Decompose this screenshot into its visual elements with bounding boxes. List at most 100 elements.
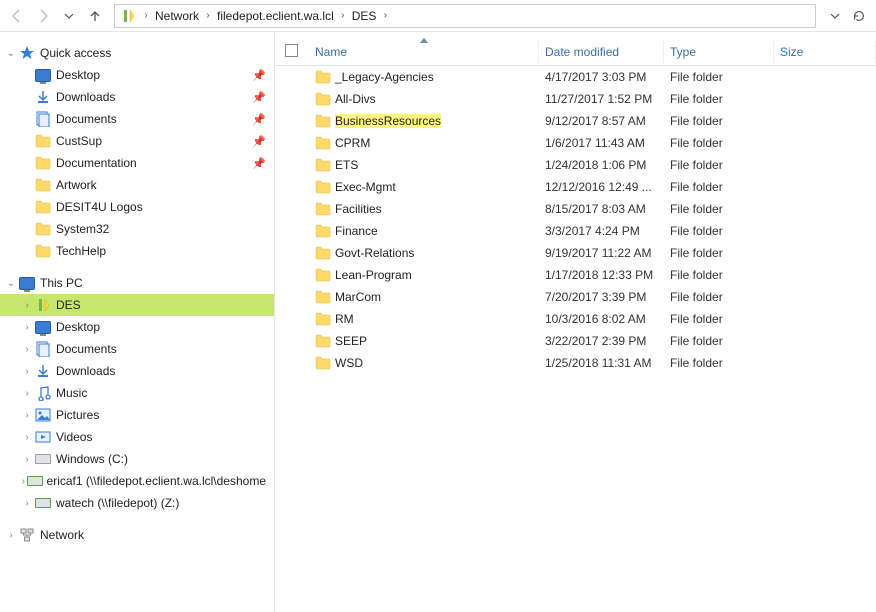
file-name-cell[interactable]: All-Divs [309,92,539,106]
tree-item-label: DES [56,298,81,312]
file-name-label: RM [335,312,354,326]
tree-qa-item[interactable]: TechHelp [0,240,274,262]
file-row[interactable]: CPRM 1/6/2017 11:43 AMFile folder [285,132,876,154]
file-name-cell[interactable]: Lean-Program [309,268,539,282]
column-header-date[interactable]: Date modified [539,41,664,63]
expand-chevron[interactable]: › [20,366,34,377]
videos-icon [35,430,51,444]
tree-pc-item[interactable]: › DES [0,294,274,316]
network-drive-icon [27,476,43,486]
history-dropdown[interactable] [58,5,80,27]
expand-chevron[interactable]: › [20,388,34,399]
tree-qa-item[interactable]: CustSup📌 [0,130,274,152]
tree-pc-item[interactable]: ›Downloads [0,360,274,382]
column-header-type[interactable]: Type [664,41,774,63]
tree-item-label: Documents [56,112,117,126]
tree-pc-item[interactable]: ›ericaf1 (\\filedepot.eclient.wa.lcl\des… [0,470,274,492]
file-name-cell[interactable]: _Legacy-Agencies [309,70,539,84]
pinned-icon: 📌 [252,91,266,104]
tree-qa-item[interactable]: System32 [0,218,274,240]
tree-pc-item[interactable]: ›Videos [0,426,274,448]
file-row[interactable]: MarCom7/20/2017 3:39 PMFile folder [285,286,876,308]
folder-icon [35,134,51,148]
select-all-checkbox[interactable] [285,44,309,60]
expand-chevron[interactable]: › [20,300,34,311]
breadcrumb-segment[interactable]: filedepot.eclient.wa.lcl [213,5,338,27]
tree-this-pc[interactable]: ⌄This PC [0,272,274,294]
tree-qa-item[interactable]: Downloads📌 [0,86,274,108]
file-row[interactable]: RM10/3/2016 8:02 AMFile folder [285,308,876,330]
file-name-cell[interactable]: RM [309,312,539,326]
file-row[interactable]: ETS1/24/2018 1:06 PMFile folder [285,154,876,176]
expand-chevron[interactable]: › [20,344,34,355]
file-row[interactable]: All-Divs11/27/2017 1:52 PMFile folder [285,88,876,110]
expand-chevron[interactable]: ⌄ [4,278,18,289]
tree-qa-item[interactable]: Desktop📌 [0,64,274,86]
address-dropdown[interactable] [824,5,846,27]
breadcrumb-segment[interactable]: Network [151,5,203,27]
file-row[interactable]: Govt-Relations9/19/2017 11:22 AMFile fol… [285,242,876,264]
expand-chevron[interactable]: › [20,432,34,443]
tree-qa-item[interactable]: Artwork [0,174,274,196]
tree-quick-access[interactable]: ⌄Quick access [0,42,274,64]
file-name-cell[interactable]: Finance [309,224,539,238]
expand-chevron[interactable]: › [20,498,34,509]
expand-chevron[interactable]: › [20,410,34,421]
file-name-cell[interactable]: SEEP [309,334,539,348]
file-name-cell[interactable]: ETS [309,158,539,172]
chevron-right-icon[interactable]: › [141,10,151,21]
expand-chevron[interactable]: › [20,322,34,333]
up-button[interactable] [84,5,106,27]
downloads-icon [35,363,51,379]
file-name-cell[interactable]: MarCom [309,290,539,304]
tree-pc-item[interactable]: ›Documents [0,338,274,360]
folder-icon [315,334,331,348]
file-date-cell: 1/6/2017 11:43 AM [539,136,664,150]
expand-chevron[interactable]: › [20,454,34,465]
tree-pc-item[interactable]: ›watech (\\filedepot) (Z:) [0,492,274,514]
file-row[interactable]: BusinessResources9/12/2017 8:57 AMFile f… [285,110,876,132]
tree-qa-item[interactable]: Documents📌 [0,108,274,130]
file-type-cell: File folder [664,334,774,348]
file-type-cell: File folder [664,268,774,282]
chevron-right-icon[interactable]: › [338,10,348,21]
file-name-cell[interactable]: BusinessResources [309,114,539,128]
tree-item-icon [34,110,52,128]
file-row[interactable]: Exec-Mgmt12/12/2016 12:49 ...File folder [285,176,876,198]
file-name-label: CPRM [335,136,370,150]
file-name-cell[interactable]: Exec-Mgmt [309,180,539,194]
network-location-icon [35,297,51,313]
tree-pc-item[interactable]: ›Music [0,382,274,404]
tree-item-icon [34,176,52,194]
refresh-button[interactable] [848,5,870,27]
forward-button[interactable] [32,5,54,27]
file-row[interactable]: _Legacy-Agencies4/17/2017 3:03 PMFile fo… [285,66,876,88]
chevron-right-icon[interactable]: › [203,10,213,21]
file-row[interactable]: SEEP3/22/2017 2:39 PMFile folder [285,330,876,352]
chevron-right-icon[interactable]: › [380,10,390,21]
file-type-cell: File folder [664,136,774,150]
expand-chevron[interactable]: › [4,530,18,541]
expand-chevron[interactable]: ⌄ [4,48,18,59]
file-name-cell[interactable]: Facilities [309,202,539,216]
breadcrumb-segment[interactable]: DES [348,5,381,27]
address-bar[interactable]: › Network › filedepot.eclient.wa.lcl › D… [114,4,816,28]
back-button[interactable] [6,5,28,27]
file-row[interactable]: Facilities8/15/2017 8:03 AMFile folder [285,198,876,220]
desktop-icon [35,69,51,82]
tree-network[interactable]: ›Network [0,524,274,546]
file-row[interactable]: Lean-Program1/17/2018 12:33 PMFile folde… [285,264,876,286]
tree-qa-item[interactable]: Documentation📌 [0,152,274,174]
file-name-cell[interactable]: WSD [309,356,539,370]
column-header-name[interactable]: Name [309,41,539,63]
tree-qa-item[interactable]: DESIT4U Logos [0,196,274,218]
tree-pc-item[interactable]: ›Windows (C:) [0,448,274,470]
file-name-cell[interactable]: CPRM [309,136,539,150]
tree-pc-item[interactable]: ›Pictures [0,404,274,426]
downloads-icon [35,89,51,105]
column-header-size[interactable]: Size [774,41,876,63]
file-row[interactable]: WSD1/25/2018 11:31 AMFile folder [285,352,876,374]
tree-pc-item[interactable]: ›Desktop [0,316,274,338]
file-name-cell[interactable]: Govt-Relations [309,246,539,260]
file-row[interactable]: Finance3/3/2017 4:24 PMFile folder [285,220,876,242]
